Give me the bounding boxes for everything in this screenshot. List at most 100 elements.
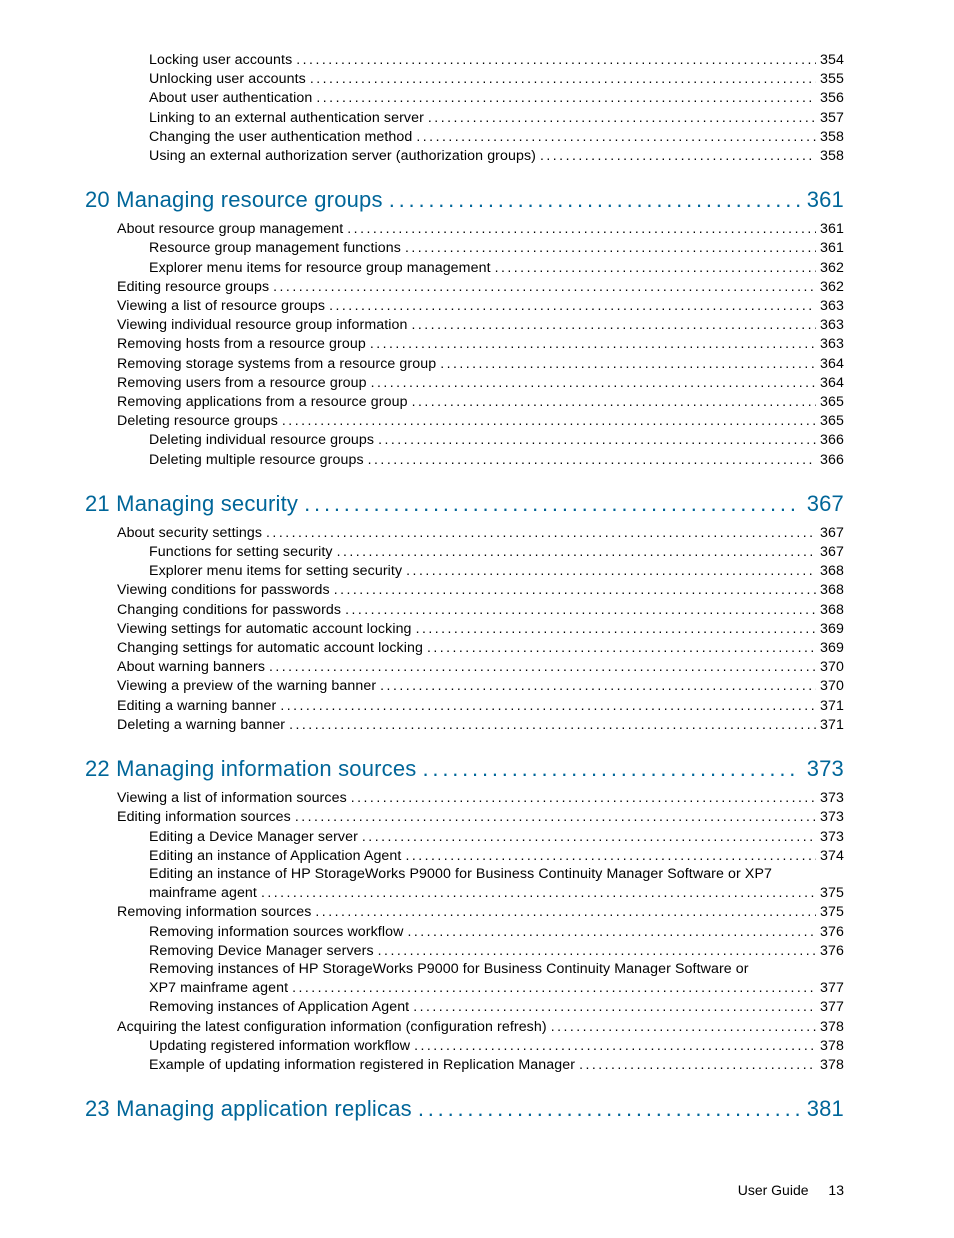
toc-leader [405,238,816,256]
toc-entry-wrap[interactable]: Removing instances of HP StorageWorks P9… [85,960,844,978]
toc-entry[interactable]: Functions for setting security367 [85,542,844,561]
toc-entry[interactable]: Example of updating information register… [85,1055,844,1074]
toc-content: Locking user accounts354Unlocking user a… [85,50,844,1122]
toc-entry-title: Viewing a preview of the warning banner [117,677,380,695]
toc-leader [540,146,816,164]
toc-entry[interactable]: Acquiring the latest configuration infor… [85,1017,844,1036]
toc-entry[interactable]: Editing an instance of Application Agent… [85,846,844,865]
toc-entry[interactable]: Removing users from a resource group364 [85,373,844,392]
toc-entry-page: 366 [816,451,844,469]
toc-chapter-title: 20 Managing resource groups [85,187,389,213]
toc-entry[interactable]: Removing applications from a resource gr… [85,392,844,411]
toc-entry[interactable]: XP7 mainframe agent377 [85,978,844,997]
toc-entry-title: Viewing individual resource group inform… [117,316,412,334]
toc-entry-title: Deleting multiple resource groups [149,451,368,469]
toc-entry[interactable]: Removing instances of Application Agent3… [85,997,844,1016]
toc-entry-title: Updating registered information workflow [149,1037,414,1055]
toc-entry-page: 364 [816,355,844,373]
toc-entry-page: 368 [816,581,844,599]
toc-entry[interactable]: Removing Device Manager servers376 [85,941,844,960]
toc-entry-page: 370 [816,658,844,676]
toc-entry[interactable]: Removing hosts from a resource group363 [85,334,844,353]
toc-entry[interactable]: Linking to an external authentication se… [85,108,844,127]
toc-entry-title: XP7 mainframe agent [149,979,292,997]
toc-entry-title: Removing information sources workflow [149,923,407,941]
toc-leader [414,1036,816,1054]
toc-entry-page: 376 [816,923,844,941]
toc-entry-title: Removing storage systems from a resource… [117,355,440,373]
toc-entry[interactable]: Editing information sources373 [85,807,844,826]
toc-entry[interactable]: Viewing a list of information sources373 [85,788,844,807]
toc-entry-page: 358 [816,147,844,165]
toc-entry[interactable]: Editing a warning banner371 [85,696,844,715]
toc-entry-page: 370 [816,677,844,695]
toc-entry-wrap[interactable]: Editing an instance of HP StorageWorks P… [85,865,844,883]
toc-chapter-title: 23 Managing application replicas [85,1096,418,1122]
toc-entry[interactable]: About user authentication356 [85,88,844,107]
toc-entry-page: 368 [816,601,844,619]
footer-page-number: 13 [828,1182,844,1198]
toc-chapter-page: 367 [801,491,844,517]
toc-entry[interactable]: Editing resource groups362 [85,277,844,296]
toc-entry[interactable]: Resource group management functions361 [85,238,844,257]
toc-chapter-page: 361 [801,187,844,213]
toc-chapter[interactable]: 22 Managing information sources373 [85,756,844,782]
toc-chapter[interactable]: 23 Managing application replicas381 [85,1096,844,1122]
toc-entry-page: 375 [816,903,844,921]
toc-leader [378,941,816,959]
toc-entry[interactable]: Changing conditions for passwords368 [85,600,844,619]
toc-entry[interactable]: Locking user accounts354 [85,50,844,69]
toc-leader [337,542,816,560]
toc-entry[interactable]: Updating registered information workflow… [85,1036,844,1055]
toc-entry-title: Functions for setting security [149,543,337,561]
toc-entry[interactable]: Deleting resource groups365 [85,411,844,430]
toc-entry[interactable]: Using an external authorization server (… [85,146,844,165]
toc-entry-page: 363 [816,297,844,315]
toc-chapter[interactable]: 21 Managing security367 [85,491,844,517]
toc-entry[interactable]: Viewing a preview of the warning banner 3… [85,676,844,695]
toc-entry-page: 373 [816,828,844,846]
toc-entry-title: Editing an instance of Application Agent [149,847,405,865]
toc-leader [418,1096,801,1122]
toc-entry[interactable]: About resource group management361 [85,219,844,238]
toc-entry[interactable]: About security settings367 [85,523,844,542]
toc-entry[interactable]: Unlocking user accounts 355 [85,69,844,88]
toc-entry[interactable]: Viewing settings for automatic account l… [85,619,844,638]
toc-entry[interactable]: About warning banners 370 [85,657,844,676]
toc-entry[interactable]: Deleting a warning banner371 [85,715,844,734]
toc-entry-page: 363 [816,316,844,334]
toc-entry-title: Removing instances of Application Agent [149,998,413,1016]
toc-entry-title: Unlocking user accounts [149,70,310,88]
page-footer: User Guide 13 [85,1182,844,1198]
toc-entry[interactable]: Removing information sources375 [85,902,844,921]
toc-entry-page: 369 [816,620,844,638]
toc-entry[interactable]: Removing storage systems from a resource… [85,354,844,373]
toc-leader [368,450,816,468]
toc-entry-title: About warning banners [117,658,269,676]
toc-entry-title: Viewing a list of information sources [117,789,351,807]
toc-entry[interactable]: Removing information sources workflow 376 [85,922,844,941]
toc-leader [412,315,817,333]
toc-entry-page: 355 [816,70,844,88]
toc-entry[interactable]: Explorer menu items for resource group m… [85,258,844,277]
toc-entry-page: 371 [816,697,844,715]
toc-entry[interactable]: Deleting multiple resource groups 366 [85,450,844,469]
toc-entry[interactable]: Viewing individual resource group inform… [85,315,844,334]
toc-entry[interactable]: Viewing conditions for passwords368 [85,580,844,599]
toc-entry[interactable]: Changing settings for automatic account … [85,638,844,657]
toc-leader [280,696,816,714]
toc-entry-page: 365 [816,393,844,411]
toc-entry[interactable]: Deleting individual resource groups366 [85,430,844,449]
toc-entry-title: Editing resource groups [117,278,273,296]
toc-leader [351,788,816,806]
toc-entry[interactable]: mainframe agent375 [85,883,844,902]
toc-chapter[interactable]: 20 Managing resource groups 361 [85,187,844,213]
toc-entry[interactable]: Editing a Device Manager server373 [85,827,844,846]
toc-entry[interactable]: Viewing a list of resource groups363 [85,296,844,315]
toc-entry-page: 356 [816,89,844,107]
toc-entry[interactable]: Changing the user authentication method3… [85,127,844,146]
toc-leader [579,1055,816,1073]
toc-leader [329,296,816,314]
toc-entry[interactable]: Explorer menu items for setting security… [85,561,844,580]
toc-leader [310,69,816,87]
